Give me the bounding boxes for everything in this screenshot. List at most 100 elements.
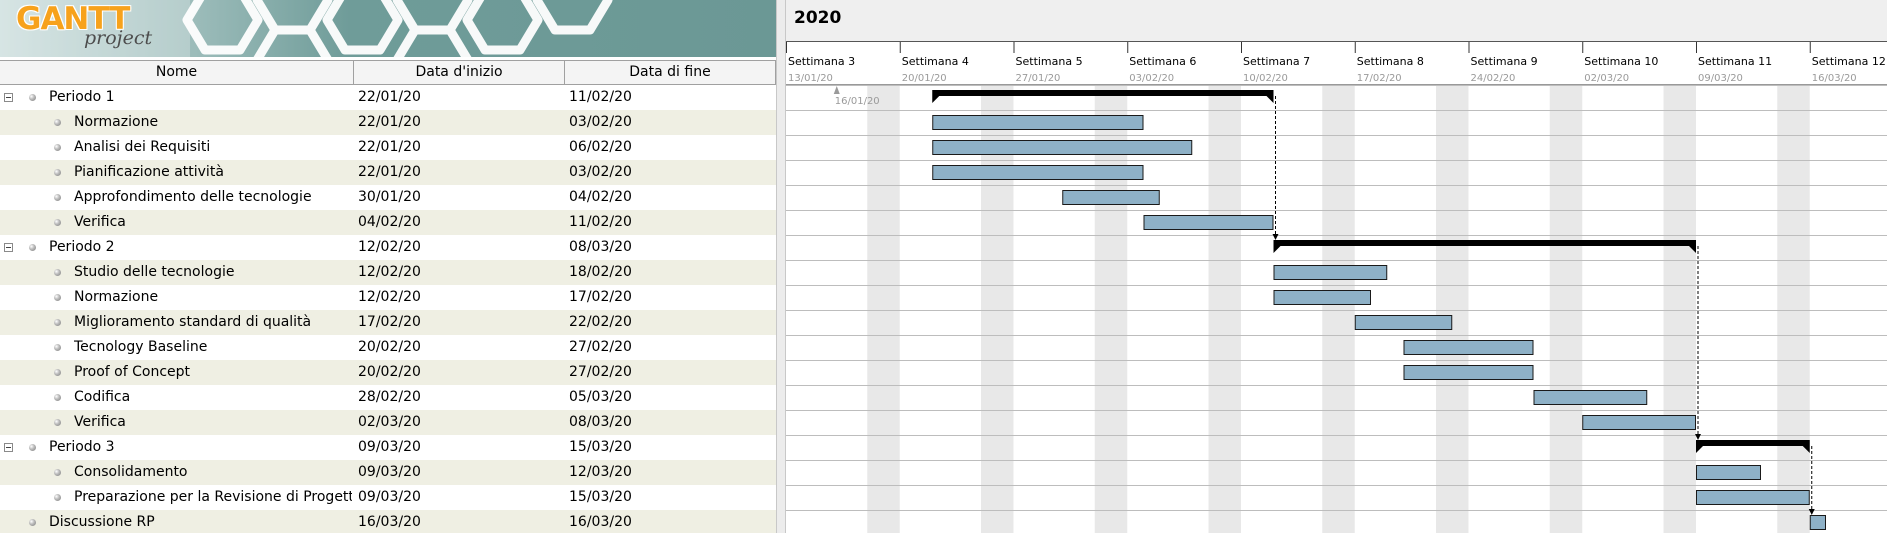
task-bar[interactable]	[1273, 290, 1371, 305]
panel-splitter[interactable]	[776, 0, 786, 533]
table-row[interactable]: Consolidamento 09/03/20 12/03/20	[0, 460, 776, 485]
task-name-cell[interactable]: Proof of Concept	[74, 360, 352, 385]
task-start-cell[interactable]: 22/01/20	[358, 135, 558, 160]
task-start-cell[interactable]: 02/03/20	[358, 410, 558, 435]
table-row[interactable]: Analisi dei Requisiti 22/01/20 06/02/20	[0, 135, 776, 160]
task-name-cell[interactable]: Periodo 2	[49, 235, 349, 260]
task-start-cell[interactable]: 09/03/20	[358, 460, 558, 485]
task-end-cell[interactable]: 15/03/20	[569, 435, 769, 460]
task-name-cell[interactable]: Verifica	[74, 410, 352, 435]
table-row[interactable]: Verifica 02/03/20 08/03/20	[0, 410, 776, 435]
gantt-chart-canvas[interactable]: Settimana 3 13/01/20 Settimana 4 20/01/20 Se…	[786, 0, 1887, 533]
summary-bar[interactable]	[1696, 440, 1810, 446]
task-end-cell[interactable]: 27/02/20	[569, 335, 769, 360]
table-row[interactable]: Pianificazione attività 22/01/20 03/02/20	[0, 160, 776, 185]
table-row[interactable]: Normazione 12/02/20 17/02/20	[0, 285, 776, 310]
task-bar[interactable]	[1533, 390, 1648, 405]
table-row[interactable]: Normazione 22/01/20 03/02/20	[0, 110, 776, 135]
task-start-cell[interactable]: 20/02/20	[358, 335, 558, 360]
task-bar[interactable]	[932, 165, 1144, 180]
table-row[interactable]: Studio delle tecnologie 12/02/20 18/02/20	[0, 260, 776, 285]
task-name-cell[interactable]: Periodo 3	[49, 435, 349, 460]
summary-bar[interactable]	[1273, 240, 1697, 246]
table-row[interactable]: Tecnology Baseline 20/02/20 27/02/20	[0, 335, 776, 360]
table-row[interactable]: Miglioramento standard di qualità 17/02/2…	[0, 310, 776, 335]
task-end-cell[interactable]: 05/03/20	[569, 385, 769, 410]
table-row[interactable]: Codifica 28/02/20 05/03/20	[0, 385, 776, 410]
task-start-cell[interactable]: 09/03/20	[358, 435, 558, 460]
task-end-cell[interactable]: 11/02/20	[569, 85, 769, 110]
task-end-cell[interactable]: 06/02/20	[569, 135, 769, 160]
task-bar[interactable]	[1273, 265, 1388, 280]
task-name-cell[interactable]: Tecnology Baseline	[74, 335, 352, 360]
table-row[interactable]: Periodo 3 09/03/20 15/03/20	[0, 435, 776, 460]
task-bar[interactable]	[1062, 190, 1160, 205]
table-row[interactable]: Approfondimento delle tecnologie 30/01/20…	[0, 185, 776, 210]
task-end-cell[interactable]: 08/03/20	[569, 410, 769, 435]
collapse-toggle-icon[interactable]	[4, 243, 13, 252]
task-end-cell[interactable]: 12/03/20	[569, 460, 769, 485]
task-end-cell[interactable]: 03/02/20	[569, 110, 769, 135]
task-start-cell[interactable]: 12/02/20	[358, 285, 558, 310]
task-bar[interactable]	[1403, 340, 1534, 355]
task-start-cell[interactable]: 22/01/20	[358, 85, 558, 110]
task-bar[interactable]	[1696, 490, 1810, 505]
task-name-cell[interactable]: Pianificazione attività	[74, 160, 352, 185]
task-bar[interactable]	[1809, 515, 1826, 530]
task-name-cell[interactable]: Approfondimento delle tecnologie	[74, 185, 352, 210]
task-end-cell[interactable]: 18/02/20	[569, 260, 769, 285]
task-end-cell[interactable]: 17/02/20	[569, 285, 769, 310]
task-bar[interactable]	[1143, 215, 1274, 230]
task-start-cell[interactable]: 04/02/20	[358, 210, 558, 235]
task-start-cell[interactable]: 12/02/20	[358, 235, 558, 260]
task-name-cell[interactable]: Periodo 1	[49, 85, 349, 110]
task-end-cell[interactable]: 16/03/20	[569, 510, 769, 533]
week-date-label: 16/03/20	[1812, 73, 1857, 84]
task-name-cell[interactable]: Preparazione per la Revisione di Progett…	[74, 485, 352, 510]
week-date-label: 20/01/20	[902, 73, 947, 84]
task-start-cell[interactable]: 28/02/20	[358, 385, 558, 410]
table-row[interactable]: Verifica 04/02/20 11/02/20	[0, 210, 776, 235]
task-bar[interactable]	[932, 115, 1144, 130]
table-row[interactable]: Periodo 2 12/02/20 08/03/20	[0, 235, 776, 260]
task-name-cell[interactable]: Consolidamento	[74, 460, 352, 485]
task-start-cell[interactable]: 22/01/20	[358, 160, 558, 185]
task-start-cell[interactable]: 17/02/20	[358, 310, 558, 335]
collapse-toggle-icon[interactable]	[4, 443, 13, 452]
table-row[interactable]: Discussione RP 16/03/20 16/03/20	[0, 510, 776, 533]
task-bar[interactable]	[1354, 315, 1453, 330]
column-header-name[interactable]: Nome	[0, 61, 354, 84]
task-name-cell[interactable]: Verifica	[74, 210, 352, 235]
task-end-cell[interactable]: 08/03/20	[569, 235, 769, 260]
summary-bar[interactable]	[932, 90, 1274, 96]
task-start-cell[interactable]: 30/01/20	[358, 185, 558, 210]
task-bar[interactable]	[1582, 415, 1696, 430]
task-end-cell[interactable]: 11/02/20	[569, 210, 769, 235]
task-name-cell[interactable]: Codifica	[74, 385, 352, 410]
table-row[interactable]: Preparazione per la Revisione di Progett…	[0, 485, 776, 510]
task-end-cell[interactable]: 04/02/20	[569, 185, 769, 210]
column-header-start[interactable]: Data d'inizio	[354, 61, 565, 84]
task-bar[interactable]	[1696, 465, 1761, 480]
task-start-cell[interactable]: 09/03/20	[358, 485, 558, 510]
table-row[interactable]: Proof of Concept 20/02/20 27/02/20	[0, 360, 776, 385]
task-start-cell[interactable]: 12/02/20	[358, 260, 558, 285]
task-start-cell[interactable]: 22/01/20	[358, 110, 558, 135]
task-name-cell[interactable]: Studio delle tecnologie	[74, 260, 352, 285]
collapse-toggle-icon[interactable]	[4, 93, 13, 102]
table-row[interactable]: Periodo 1 22/01/20 11/02/20	[0, 85, 776, 110]
task-name-cell[interactable]: Analisi dei Requisiti	[74, 135, 352, 160]
task-bar[interactable]	[932, 140, 1193, 155]
column-header-end[interactable]: Data di fine	[565, 61, 776, 84]
task-end-cell[interactable]: 22/02/20	[569, 310, 769, 335]
task-end-cell[interactable]: 03/02/20	[569, 160, 769, 185]
task-name-cell[interactable]: Miglioramento standard di qualità	[74, 310, 352, 335]
task-start-cell[interactable]: 20/02/20	[358, 360, 558, 385]
task-start-cell[interactable]: 16/03/20	[358, 510, 558, 533]
task-name-cell[interactable]: Normazione	[74, 285, 352, 310]
task-end-cell[interactable]: 27/02/20	[569, 360, 769, 385]
task-bar[interactable]	[1403, 365, 1534, 380]
task-name-cell[interactable]: Normazione	[74, 110, 352, 135]
task-end-cell[interactable]: 15/03/20	[569, 485, 769, 510]
task-name-cell[interactable]: Discussione RP	[49, 510, 349, 533]
